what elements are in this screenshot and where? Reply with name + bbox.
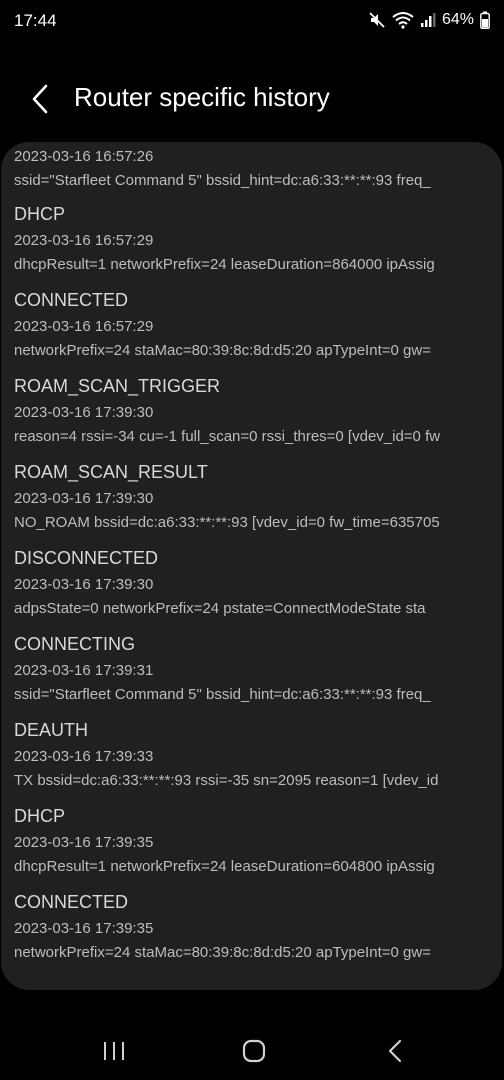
page-title: Router specific history [74,82,330,112]
back-icon [388,1039,402,1063]
navigation-bar [0,1020,504,1080]
history-item-date: 2023-03-16 16:57:29 [14,318,154,335]
mute-icon [368,11,386,29]
history-item-detail: ssid="Starfleet Command 5" bssid_hint=dc… [14,686,431,703]
history-item-date: 2023-03-16 17:39:30 [14,404,154,421]
history-item-event: ROAM_SCAN_RESULT [14,462,208,482]
history-item[interactable]: 2023-03-16 16:57:26 ssid="Starfleet Comm… [1,142,502,200]
history-item-date: 2023-03-16 17:39:30 [14,490,154,507]
history-item-event: DHCP [14,806,66,826]
history-item-detail: networkPrefix=24 staMac=80:39:8c:8d:d5:2… [14,342,431,359]
history-item[interactable]: DHCP 2023-03-16 17:39:35 dhcpResult=1 ne… [1,802,502,888]
history-item-detail: dhcpResult=1 networkPrefix=24 leaseDurat… [14,256,435,273]
status-time: 17:44 [14,11,57,30]
home-icon [242,1039,266,1063]
history-item[interactable]: CONNECTED 2023-03-16 17:39:35 networkPre… [1,888,502,974]
history-item-date: 2023-03-16 17:39:35 [14,834,154,851]
history-item[interactable]: DHCP 2023-03-16 16:57:29 dhcpResult=1 ne… [1,200,502,286]
history-item-date: 2023-03-16 17:39:33 [14,748,154,765]
history-list: 2023-03-16 16:57:26 ssid="Starfleet Comm… [1,142,502,974]
recents-button[interactable] [99,1036,129,1066]
history-item[interactable]: CONNECTING 2023-03-16 17:39:31 ssid="Sta… [1,630,502,716]
back-arrow-icon [32,84,48,114]
history-item[interactable]: ROAM_SCAN_TRIGGER 2023-03-16 17:39:30 re… [1,372,502,458]
history-item-event: CONNECTED [14,290,129,310]
history-item-date: 2023-03-16 16:57:29 [14,232,154,249]
history-item-detail: NO_ROAM bssid=dc:a6:33:**:**:93 [vdev_id… [14,514,440,531]
history-item[interactable]: ROAM_SCAN_RESULT 2023-03-16 17:39:30 NO_… [1,458,502,544]
history-item-date: 2023-03-16 17:39:31 [14,662,154,679]
signal-icon [420,12,436,28]
history-item[interactable]: DISCONNECTED 2023-03-16 17:39:30 adpsSta… [1,544,502,630]
history-item-event: DHCP [14,204,66,224]
history-item-date: 2023-03-16 17:39:35 [14,920,154,937]
history-item-detail: TX bssid=dc:a6:33:**:**:93 rssi=-35 sn=2… [14,772,439,789]
history-item-event: DISCONNECTED [14,548,159,568]
history-item-detail: dhcpResult=1 networkPrefix=24 leaseDurat… [14,858,435,875]
history-item-detail: networkPrefix=24 staMac=80:39:8c:8d:d5:2… [14,944,431,961]
history-item-detail: adpsState=0 networkPrefix=24 pstate=Conn… [14,600,426,617]
history-item-detail: ssid="Starfleet Command 5" bssid_hint=dc… [14,172,431,189]
back-button[interactable] [24,82,58,116]
status-bar: 17:44 64% [0,0,504,44]
battery-icon [480,11,490,29]
history-item-date: 2023-03-16 16:57:26 [14,148,154,165]
history-item-date: 2023-03-16 17:39:30 [14,576,154,593]
history-item[interactable]: CONNECTED 2023-03-16 16:57:29 networkPre… [1,286,502,372]
history-item-event: CONNECTING [14,634,135,654]
recents-icon [104,1042,124,1060]
home-button[interactable] [239,1036,269,1066]
history-item-event: CONNECTED [14,892,129,912]
history-item-event: DEAUTH [14,720,89,740]
history-card[interactable]: 2023-03-16 16:57:26 ssid="Starfleet Comm… [1,142,502,990]
history-item-event: ROAM_SCAN_TRIGGER [14,376,221,396]
app-header: Router specific history [0,70,504,130]
history-item-detail: reason=4 rssi=-34 cu=-1 full_scan=0 rssi… [14,428,441,445]
battery-percent: 64% [441,11,474,28]
history-item[interactable]: DEAUTH 2023-03-16 17:39:33 TX bssid=dc:a… [1,716,502,802]
nav-back-button[interactable] [381,1036,411,1066]
status-icons: 64% [368,11,490,29]
wifi-icon [392,11,414,29]
